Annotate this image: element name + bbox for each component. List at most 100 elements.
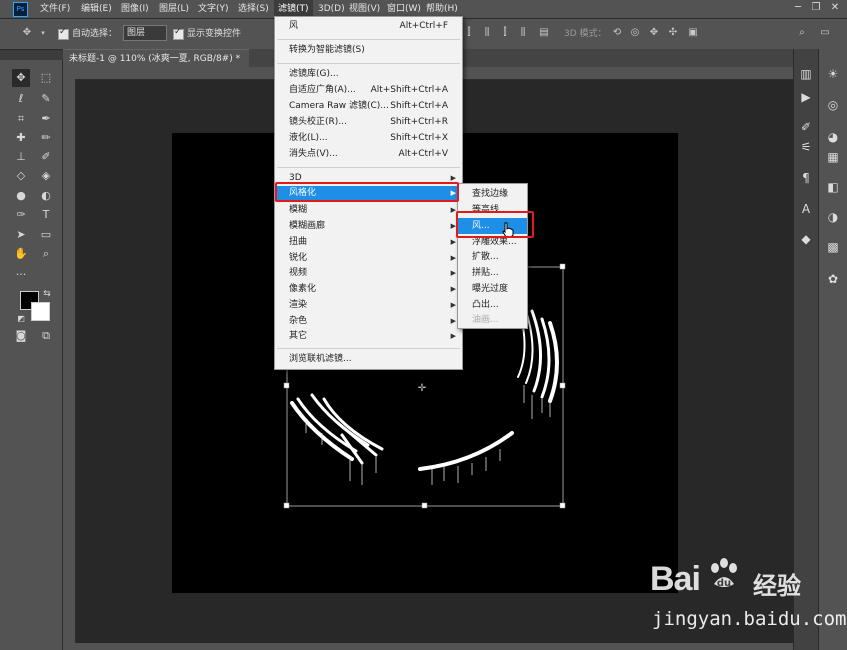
search-icon[interactable]: ⌕ [795,26,809,40]
distribute-h-icon[interactable]: ⫿ [498,26,512,40]
move-tool-icon[interactable]: ✥ [20,26,34,40]
menu-layer[interactable]: 图层(L) [155,0,193,18]
marquee-icon[interactable]: ⬚ [37,69,55,87]
move-icon[interactable]: ✥ [12,69,30,87]
orbit-3d-icon[interactable]: ⟲ [610,26,624,40]
brush-settings-icon[interactable]: ⚟ [796,137,816,157]
minimize-icon[interactable]: ─ [791,2,805,14]
quick-select-icon[interactable]: ✎ [37,90,55,108]
lasso-icon[interactable]: ℓ [12,90,30,108]
annotation-stylize-highlight [275,182,459,202]
transform-handle [283,382,290,389]
roll-3d-icon[interactable]: ◎ [628,26,642,40]
menu-item-render[interactable]: 渲染 ▶ [275,298,462,313]
path-select-icon[interactable]: ➤ [12,226,30,244]
menu-item-filter-gallery[interactable]: 滤镜库(G)... [275,67,462,82]
hand-icon[interactable]: ✋ [12,245,30,263]
submenu-item-extrude[interactable]: 凸出... [458,297,527,313]
transform-handle [559,382,566,389]
menu-item-camera-raw[interactable]: Camera Raw 滤镜(C)... Shift+Ctrl+A [275,99,462,114]
paragraph-icon[interactable]: ¶ [796,168,816,188]
submenu-item-find-edges[interactable]: 查找边缘 [458,186,527,202]
paint-bucket-icon[interactable]: ◈ [37,167,55,185]
background-color-swatch[interactable] [31,302,50,321]
healing-icon[interactable]: ✚ [12,129,30,147]
photoshop-logo: Ps [13,2,28,17]
menu-item-video[interactable]: 视频 ▶ [275,266,462,281]
eyedropper-icon[interactable]: ✒ [37,110,55,128]
tool-preset-chevron-icon[interactable]: ▾ [36,26,50,40]
menu-item-vanishing-point[interactable]: 消失点(V)... Alt+Ctrl+V [275,147,462,162]
align-icon[interactable]: ⫿ [462,26,476,40]
pan-3d-icon[interactable]: ✥ [647,26,661,40]
brush-panel-icon[interactable]: ✐ [796,117,816,137]
auto-align-icon[interactable]: ▤ [537,26,551,40]
panel-dock: ☀ ◎ ◕ ▦ ◧ ◑ ▩ ✿ [818,49,847,650]
show-transform-checkbox[interactable] [173,27,184,40]
close-window-icon[interactable]: ✕ [828,2,842,14]
submenu-item-solarize[interactable]: 曝光过度 [458,281,527,297]
submenu-item-tiles[interactable]: 拼贴... [458,265,527,281]
scale-3d-icon[interactable]: ▣ [686,26,700,40]
menu-item-browse-online[interactable]: 浏览联机滤镜... [275,352,462,367]
play-actions-icon[interactable]: ▶ [796,87,816,107]
menu-item-lens-correction[interactable]: 镜头校正(R)... Shift+Ctrl+R [275,115,462,130]
stamp-icon[interactable]: ⊥ [12,148,30,166]
default-colors-icon[interactable]: ◩ [12,310,30,328]
libraries-icon[interactable]: ◎ [823,95,843,115]
quick-mask-icon[interactable]: ◙ [12,327,30,345]
menu-item-sharpen[interactable]: 锐化 ▶ [275,251,462,266]
history-brush-icon[interactable]: ✐ [37,148,55,166]
distribute-icon[interactable]: ⫼ [480,26,494,40]
panel-dock-collapsed: ▥ ▶ ✐ ⚟ ¶ A ◆ [793,49,818,650]
slide-3d-icon[interactable]: ✣ [666,26,680,40]
menu-image[interactable]: 图像(I) [117,0,153,18]
learn-icon[interactable]: ☀ [823,64,843,84]
styles-icon[interactable]: ◑ [823,207,843,227]
menu-item-other[interactable]: 其它 ▶ [275,329,462,344]
brush-icon[interactable]: ✏ [37,129,55,147]
menu-edit[interactable]: 编辑(E) [77,0,116,18]
adjustments-icon[interactable]: ◧ [823,177,843,197]
menu-select[interactable]: 选择(S) [234,0,273,18]
blur-icon[interactable]: ● [12,187,30,205]
auto-select-checkbox[interactable] [58,27,69,40]
channels-icon[interactable]: ▩ [823,237,843,257]
menu-item-liquify[interactable]: 液化(L)... Shift+Ctrl+X [275,131,462,146]
dodge-icon[interactable]: ◐ [37,187,55,205]
paths-icon[interactable]: ✿ [823,269,843,289]
menu-item-pixelate[interactable]: 像素化 ▶ [275,282,462,297]
menu-file[interactable]: 文件(F) [36,0,74,18]
eraser-icon[interactable]: ◇ [12,167,30,185]
menu-item-last-filter[interactable]: 风 Alt+Ctrl+F [275,19,462,34]
distribute-v-icon[interactable]: ⫼ [516,26,530,40]
mode-3d-label: 3D 模式： [564,29,607,39]
menu-type[interactable]: 文字(Y) [194,0,233,18]
more-tools-icon[interactable]: ··· [12,266,30,284]
type-icon[interactable]: T [37,206,55,224]
zoom-icon[interactable]: ⌕ [37,245,55,263]
status-bar [63,643,793,650]
swap-colors-icon[interactable]: ⇆ [38,285,56,303]
crop-icon[interactable]: ⌗ [12,110,30,128]
history-icon[interactable]: ▥ [796,64,816,84]
annotation-wind-highlight [456,211,534,238]
menu-item-adaptive-wide[interactable]: 自适应广角(A)... Alt+Shift+Ctrl+A [275,83,462,98]
pen-icon[interactable]: ✑ [12,206,30,224]
shape-icon[interactable]: ▭ [37,226,55,244]
restore-icon[interactable]: ❐ [809,2,823,14]
menu-item-noise[interactable]: 杂色 ▶ [275,314,462,329]
workspace-icon[interactable]: ▭ [818,26,832,40]
submenu-item-diffuse[interactable]: 扩散... [458,249,527,265]
layers-icon[interactable]: ◆ [796,229,816,249]
color-icon[interactable]: ◕ [823,127,843,147]
character-icon[interactable]: A [796,199,816,219]
menu-item-convert-smart[interactable]: 转换为智能滤镜(S) [275,43,462,58]
menu-item-blur[interactable]: 模糊 ▶ [275,203,462,218]
screen-mode-icon[interactable]: ⧉ [37,327,55,345]
menu-item-blur-gallery[interactable]: 模糊画廊 ▶ [275,219,462,234]
swatches-icon[interactable]: ▦ [823,147,843,167]
auto-select-dropdown[interactable]: 图层 [123,25,167,41]
menu-item-distort[interactable]: 扭曲 ▶ [275,235,462,250]
document-tab[interactable]: 未标题-1 @ 110% (冰爽一夏, RGB/8#) * × [63,49,249,82]
